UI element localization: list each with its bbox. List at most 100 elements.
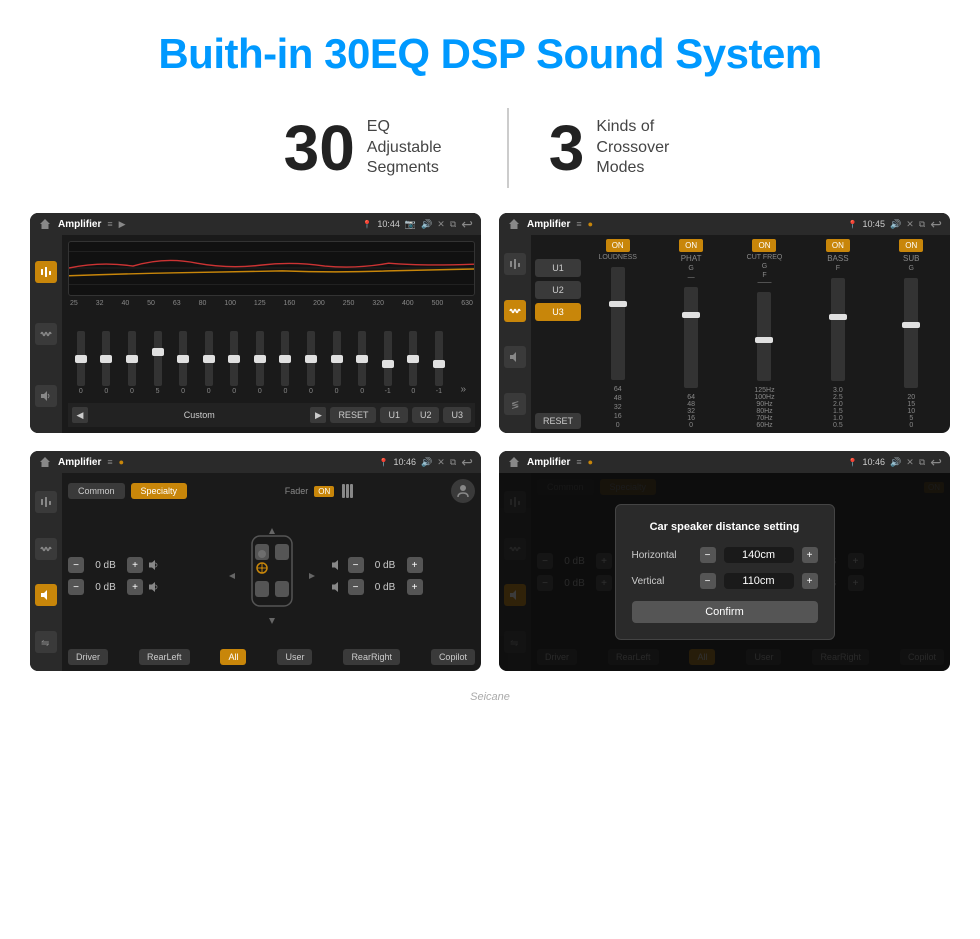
wave-side-btn-3[interactable] [35, 538, 57, 560]
eq-sliders-area: 0 0 0 5 0 [68, 311, 475, 399]
minus-btn-1[interactable]: − [68, 557, 84, 573]
close-icon-4[interactable]: ✕ [906, 457, 914, 468]
eq-track-4[interactable] [179, 331, 187, 386]
back-icon-1[interactable]: ↩ [461, 216, 473, 233]
minus-btn-4[interactable]: − [348, 579, 364, 595]
eq-track-13[interactable] [409, 331, 417, 386]
horiz-plus-btn[interactable]: + [802, 547, 818, 563]
vol-side-btn-3[interactable] [35, 584, 57, 606]
screen-1-eq: Amplifier ≡ ▶ 📍 10:44 📷 🔊 ✕ ⧉ ↩ [30, 213, 481, 433]
plus-btn-4[interactable]: + [407, 579, 423, 595]
eq-track-3[interactable] [154, 331, 162, 386]
next-btn[interactable]: ▶ [310, 407, 326, 423]
eq-track-14[interactable] [435, 331, 443, 386]
eq-side-btn[interactable] [35, 261, 57, 283]
eq-track-7[interactable] [256, 331, 264, 386]
horiz-minus-btn[interactable]: − [700, 547, 716, 563]
vol-icon-3[interactable]: 🔊 [421, 457, 432, 468]
menu-icon-1[interactable]: ≡ [107, 219, 112, 229]
eq-side-btn-2[interactable] [504, 253, 526, 275]
plus-btn-2[interactable]: + [127, 579, 143, 595]
minus-btn-2[interactable]: − [68, 579, 84, 595]
eq-track-10[interactable] [333, 331, 341, 386]
phat-slider[interactable] [684, 287, 698, 388]
rearleft-btn[interactable]: RearLeft [139, 649, 190, 665]
vert-minus-btn[interactable]: − [700, 573, 716, 589]
prev-btn[interactable]: ◀ [72, 407, 88, 423]
camera-icon-1[interactable]: 📷 [405, 219, 416, 230]
bass-on[interactable]: ON [826, 239, 850, 252]
menu-icon-4[interactable]: ≡ [576, 457, 581, 467]
location-icon-3: 📍 [379, 458, 389, 467]
cutfreq-slider[interactable] [757, 292, 771, 381]
driver-btn[interactable]: Driver [68, 649, 108, 665]
home-icon-2[interactable] [507, 217, 521, 231]
specialty-btn-3[interactable]: Specialty [131, 483, 188, 499]
bt-side-btn-3[interactable]: ⇋ [35, 631, 57, 653]
eq-track-6[interactable] [230, 331, 238, 386]
wave-side-btn-2[interactable] [504, 300, 526, 322]
back-icon-4[interactable]: ↩ [930, 454, 942, 471]
dup-icon-1[interactable]: ⧉ [450, 219, 456, 230]
close-icon-2[interactable]: ✕ [906, 219, 914, 230]
eq-track-12[interactable] [384, 331, 392, 386]
reset-btn-1[interactable]: RESET [330, 407, 376, 423]
preset-u1[interactable]: U1 [535, 259, 581, 277]
reset-btn-2[interactable]: RESET [535, 413, 581, 429]
sub-on[interactable]: ON [899, 239, 923, 252]
vol-side-btn[interactable] [35, 385, 57, 407]
all-btn[interactable]: All [220, 649, 246, 665]
eq-slider-0: 0 [77, 331, 85, 395]
eq-track-0[interactable] [77, 331, 85, 386]
plus-btn-1[interactable]: + [127, 557, 143, 573]
dup-icon-2[interactable]: ⧉ [919, 219, 925, 230]
eq-track-5[interactable] [205, 331, 213, 386]
close-icon-1[interactable]: ✕ [437, 219, 445, 230]
fader-on-3[interactable]: ON [314, 486, 334, 497]
confirm-button[interactable]: Confirm [632, 601, 818, 623]
sub-slider[interactable] [904, 278, 918, 388]
common-btn-3[interactable]: Common [68, 483, 125, 499]
preset-u3[interactable]: U3 [535, 303, 581, 321]
home-icon[interactable] [38, 217, 52, 231]
vol-side-btn-2[interactable] [504, 346, 526, 368]
minus-btn-3[interactable]: − [348, 557, 364, 573]
loudness-slider[interactable] [611, 267, 625, 380]
rearright-btn[interactable]: RearRight [343, 649, 400, 665]
eq-side-btn-3[interactable] [35, 491, 57, 513]
fader-sliders[interactable] [342, 484, 353, 498]
play-icon-1[interactable]: ▶ [119, 219, 126, 230]
vol-icon-2[interactable]: 🔊 [890, 219, 901, 230]
eq-track-1[interactable] [102, 331, 110, 386]
menu-icon-3[interactable]: ≡ [107, 457, 112, 467]
menu-icon-2[interactable]: ≡ [576, 219, 581, 229]
loudness-on[interactable]: ON [606, 239, 630, 252]
copilot-btn[interactable]: Copilot [431, 649, 475, 665]
preset-u2[interactable]: U2 [535, 281, 581, 299]
wave-side-btn[interactable] [35, 323, 57, 345]
home-icon-3[interactable] [38, 455, 52, 469]
back-icon-3[interactable]: ↩ [461, 454, 473, 471]
u2-btn[interactable]: U2 [412, 407, 440, 423]
phat-on[interactable]: ON [679, 239, 703, 252]
bass-slider[interactable] [831, 278, 845, 381]
volume-icon-1[interactable]: 🔊 [421, 219, 432, 230]
dup-icon-4[interactable]: ⧉ [919, 457, 925, 468]
eq-track-11[interactable] [358, 331, 366, 386]
eq-track-9[interactable] [307, 331, 315, 386]
u3-btn[interactable]: U3 [443, 407, 471, 423]
eq-track-2[interactable] [128, 331, 136, 386]
home-icon-4[interactable] [507, 455, 521, 469]
u1-btn[interactable]: U1 [380, 407, 408, 423]
vol-icon-4[interactable]: 🔊 [890, 457, 901, 468]
cutfreq-on[interactable]: ON [752, 239, 776, 252]
eq-track-8[interactable] [281, 331, 289, 386]
eq-expand-btn[interactable]: » [460, 384, 466, 395]
vert-plus-btn[interactable]: + [802, 573, 818, 589]
bt-side-btn-2[interactable]: ≶ [504, 393, 526, 415]
back-icon-2[interactable]: ↩ [930, 216, 942, 233]
close-icon-3[interactable]: ✕ [437, 457, 445, 468]
plus-btn-3[interactable]: + [407, 557, 423, 573]
dup-icon-3[interactable]: ⧉ [450, 457, 456, 468]
user-btn[interactable]: User [277, 649, 312, 665]
